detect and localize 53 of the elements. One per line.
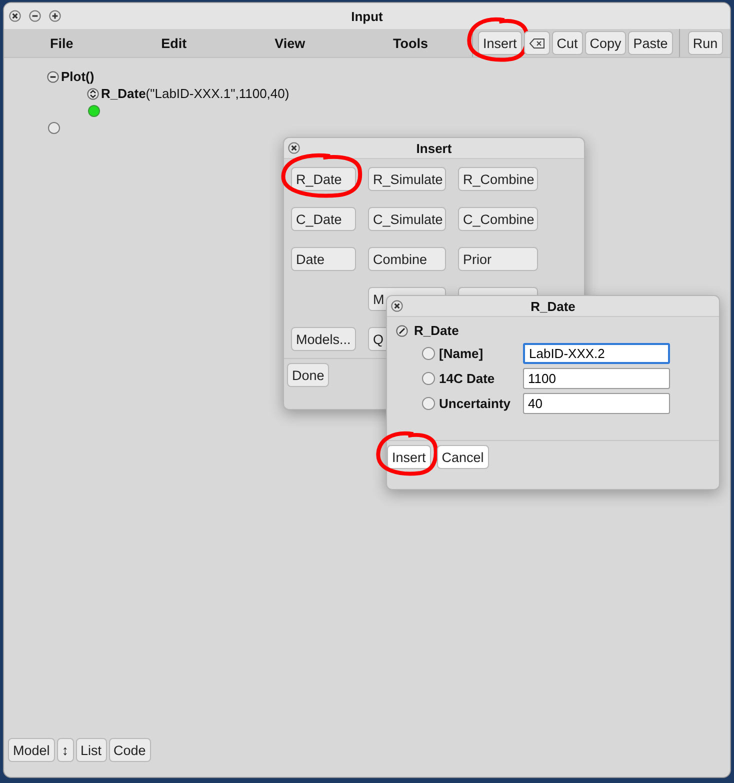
field-label: [Name]: [439, 346, 484, 361]
window-title: Insert: [416, 140, 452, 156]
insert-option-button[interactable]: C_Date: [291, 207, 356, 231]
delete-button[interactable]: [524, 31, 550, 55]
toolbar-button[interactable]: Copy: [584, 31, 626, 55]
menu-item[interactable]: Tools: [393, 36, 428, 50]
insert-option-button[interactable]: R_Simulate: [368, 167, 446, 191]
insert-option-button[interactable]: Combine: [368, 247, 446, 271]
radio-button[interactable]: [422, 347, 435, 360]
done-button[interactable]: Done: [287, 363, 330, 387]
toolbar-button[interactable]: Insert: [478, 31, 522, 55]
insert-option-button[interactable]: Date: [291, 247, 356, 271]
close-icon[interactable]: [288, 142, 300, 154]
view-button[interactable]: Code: [108, 738, 151, 762]
edit-icon[interactable]: [396, 324, 408, 336]
dialog-button[interactable]: Cancel: [436, 445, 489, 469]
close-icon[interactable]: [9, 10, 21, 22]
radio-button[interactable]: [422, 372, 435, 385]
window-title: Input: [350, 8, 384, 24]
insertion-point[interactable]: [88, 104, 100, 116]
insert-option-button[interactable]: Prior: [458, 247, 538, 271]
dialog-button[interactable]: Insert: [387, 445, 431, 469]
window-title: R_Date: [530, 298, 576, 314]
menu-item[interactable]: View: [274, 36, 306, 50]
close-icon[interactable]: [391, 300, 403, 312]
insertion-point[interactable]: [48, 122, 60, 134]
insert-option-button[interactable]: R_Date: [291, 167, 356, 191]
input-field[interactable]: 1100: [523, 368, 670, 389]
toolbar-button[interactable]: Run: [688, 31, 723, 55]
insert-option-button[interactable]: Models...: [291, 327, 356, 351]
field-label: Uncertainty: [439, 396, 512, 411]
delete-icon[interactable]: [528, 38, 545, 48]
dialog-heading: R_Date: [414, 323, 459, 338]
field-label: 14C Date: [439, 371, 496, 386]
insert-option-button[interactable]: R_Combine: [458, 167, 538, 191]
input-field[interactable]: 40: [523, 393, 670, 414]
zoom-icon[interactable]: [49, 10, 61, 22]
toolbar-button[interactable]: Paste: [628, 31, 673, 55]
view-button[interactable]: Model: [8, 738, 55, 762]
expand-icon[interactable]: [87, 88, 99, 100]
view-button[interactable]: List: [76, 738, 107, 762]
toolbar-button[interactable]: Cut: [552, 31, 583, 55]
insert-option-button[interactable]: C_Simulate: [368, 207, 446, 231]
minimize-icon[interactable]: [29, 10, 41, 22]
menu-item[interactable]: Edit: [161, 36, 187, 50]
collapse-icon[interactable]: [47, 70, 59, 82]
insert-option-button[interactable]: C_Combine: [458, 207, 538, 231]
menu-item[interactable]: File: [50, 36, 74, 50]
tree-item[interactable]: Plot(): [61, 69, 94, 84]
radio-button[interactable]: [422, 397, 435, 410]
tree-item[interactable]: R_Date("LabID-XXX.1",1100,40): [101, 86, 290, 101]
input-field[interactable]: LabID-XXX.2: [523, 343, 670, 364]
view-button[interactable]: ↕: [56, 738, 74, 762]
